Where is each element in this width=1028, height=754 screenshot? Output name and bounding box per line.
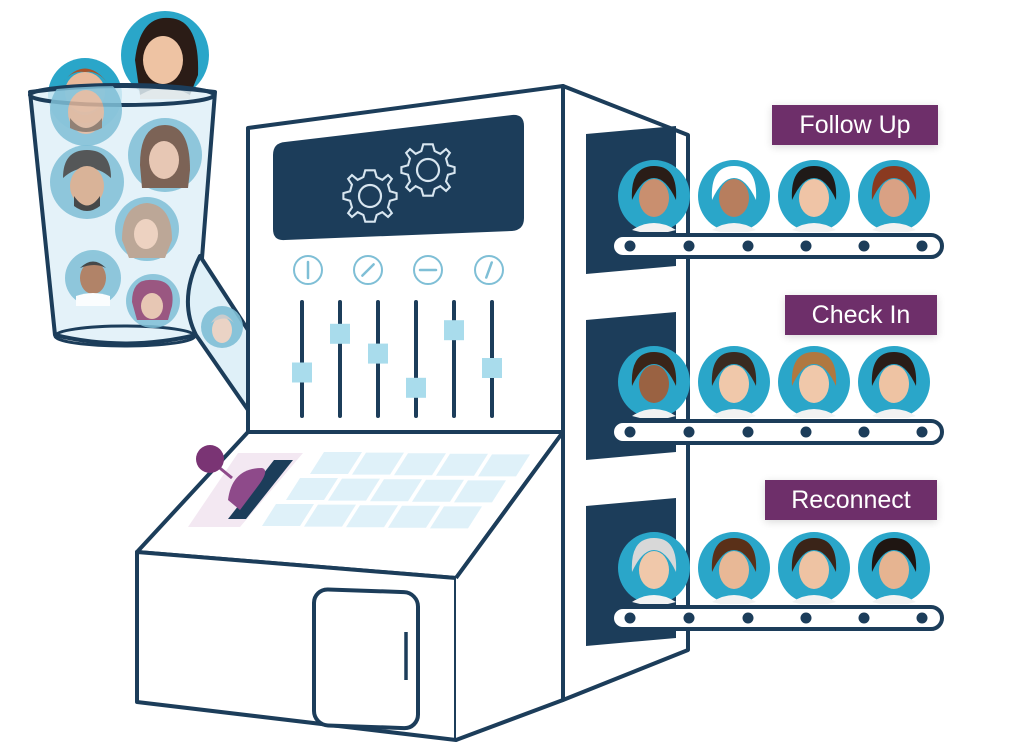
avatar bbox=[698, 160, 770, 232]
conveyor-belt bbox=[610, 605, 944, 631]
conveyor-roller bbox=[683, 426, 695, 438]
avatar bbox=[618, 346, 690, 418]
slider-knob bbox=[444, 320, 464, 341]
slider-knob bbox=[330, 323, 350, 344]
conveyor-roller bbox=[858, 240, 870, 252]
conveyor-roller bbox=[683, 240, 695, 252]
avatar bbox=[778, 346, 850, 418]
avatar bbox=[858, 346, 930, 418]
slider-knob bbox=[292, 362, 312, 383]
avatar bbox=[858, 160, 930, 232]
avatar-in-cup bbox=[126, 274, 180, 328]
machine-lower-console bbox=[135, 430, 565, 742]
conveyor-roller bbox=[858, 612, 870, 624]
conveyor-roller bbox=[624, 612, 636, 624]
conveyor-roller bbox=[624, 240, 636, 252]
avatar bbox=[778, 160, 850, 232]
output-conveyors bbox=[586, 126, 944, 646]
hatch-door bbox=[312, 587, 420, 731]
avatar-in-cup bbox=[115, 197, 179, 261]
lever-handle bbox=[196, 445, 224, 473]
avatar bbox=[698, 346, 770, 418]
feed-chute bbox=[186, 254, 250, 412]
conveyor-roller bbox=[800, 426, 812, 438]
conveyor-belt bbox=[610, 233, 944, 259]
conveyor-roller bbox=[916, 612, 928, 624]
conveyor-roller bbox=[800, 612, 812, 624]
label-follow-up: Follow Up bbox=[772, 105, 938, 145]
avatar bbox=[618, 532, 690, 604]
conveyor-roller bbox=[858, 426, 870, 438]
slider-knob bbox=[406, 377, 426, 398]
avatar-in-chute bbox=[201, 306, 243, 348]
conveyor-roller bbox=[683, 612, 695, 624]
conveyor-follow-up bbox=[586, 126, 944, 274]
conveyor-roller bbox=[742, 612, 754, 624]
avatar bbox=[858, 532, 930, 604]
avatar bbox=[778, 532, 850, 604]
avatar bbox=[698, 532, 770, 604]
slider-knob bbox=[368, 343, 388, 364]
conveyor-roller bbox=[916, 426, 928, 438]
avatar-in-cup bbox=[128, 118, 202, 192]
conveyor-roller bbox=[742, 426, 754, 438]
conveyor-belt bbox=[610, 419, 944, 445]
slider-knob bbox=[482, 358, 502, 378]
conveyor-roller bbox=[742, 240, 754, 252]
conveyor-roller bbox=[916, 240, 928, 252]
avatar bbox=[618, 160, 690, 232]
label-reconnect: Reconnect bbox=[765, 480, 937, 520]
conveyor-reconnect bbox=[586, 498, 944, 646]
conveyor-roller bbox=[800, 240, 812, 252]
conveyor-roller bbox=[624, 426, 636, 438]
label-check-in: Check In bbox=[785, 295, 937, 335]
avatar-in-cup bbox=[65, 250, 121, 306]
avatar-in-cup bbox=[50, 145, 124, 219]
